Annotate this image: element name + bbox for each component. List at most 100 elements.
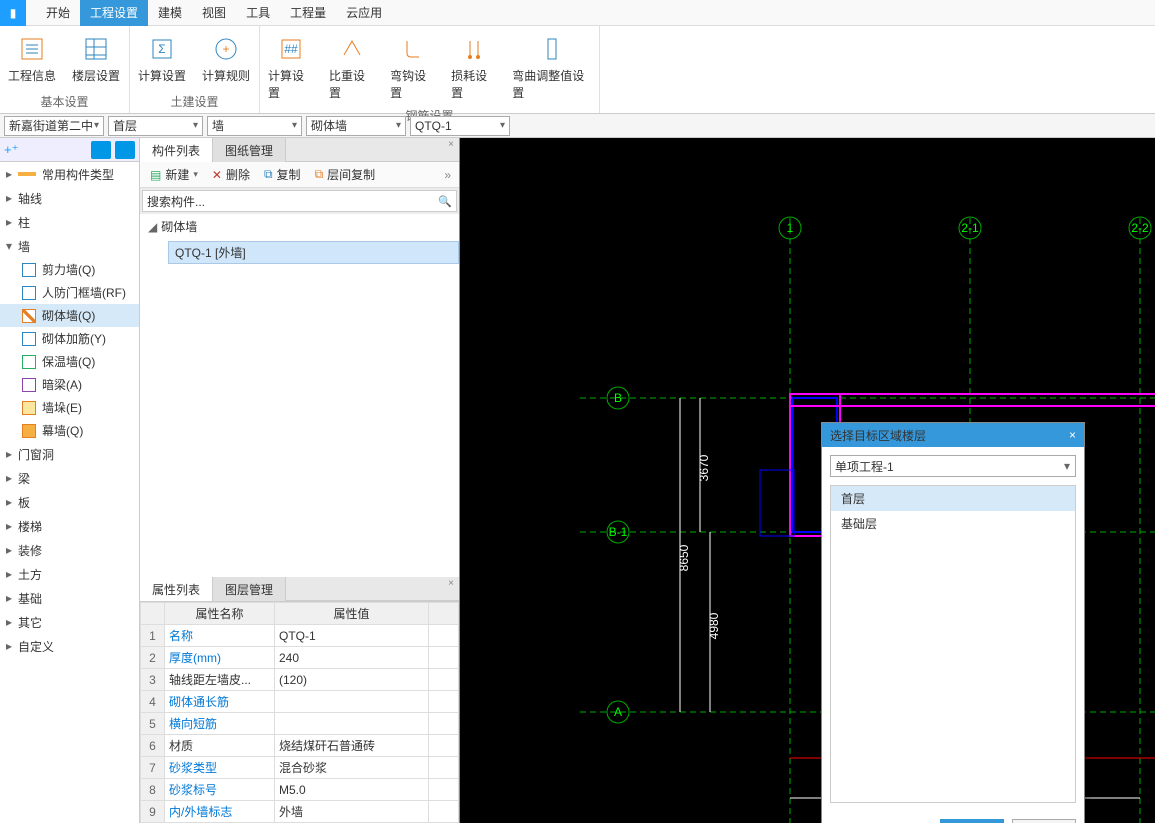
cancel-button[interactable]: 取消 — [1012, 819, 1076, 823]
group-civil-label: 土建设置 — [130, 91, 259, 113]
hook-settings-button[interactable]: 弯钩设置 — [382, 31, 443, 105]
component-list: ◢砌体墙 QTQ-1 [外墙] — [140, 214, 459, 577]
property-table[interactable]: 属性名称属性值 1名称QTQ-12厚度(mm)2403轴线距左墙皮...(120… — [140, 601, 459, 823]
project-combo[interactable]: 新嘉街道第二中 — [4, 116, 104, 136]
view-grid-button[interactable] — [115, 141, 135, 159]
prop-row[interactable]: 3轴线距左墙皮...(120) — [141, 669, 459, 691]
tree-axis[interactable]: ▸轴线 — [0, 186, 139, 210]
tree-opening[interactable]: ▸门窗洞 — [0, 442, 139, 466]
floor-icon — [82, 35, 110, 63]
menu-tools[interactable]: 工具 — [236, 0, 280, 26]
delete-icon: ✕ — [212, 168, 222, 182]
svg-text:Σ: Σ — [158, 42, 165, 56]
prop-row[interactable]: 9内/外墙标志外墙 — [141, 801, 459, 823]
svg-text:8650: 8650 — [677, 544, 691, 571]
drawing-canvas[interactable]: 12-12-2 BB-1A 3670 8650 4980 5000 4290 — [460, 138, 1155, 823]
tree-common[interactable]: ▸常用构件类型 — [0, 162, 139, 186]
comp-group[interactable]: ◢砌体墙 — [140, 214, 459, 239]
svg-text:##: ## — [284, 42, 298, 56]
new-button[interactable]: ▤新建▾ — [144, 164, 204, 186]
menu-project-settings[interactable]: 工程设置 — [80, 0, 148, 26]
tree-finish[interactable]: ▸装修 — [0, 538, 139, 562]
tree-shearwall[interactable]: 剪力墙(Q) — [0, 258, 139, 281]
menu-view[interactable]: 视图 — [192, 0, 236, 26]
floor-settings-button[interactable]: 楼层设置 — [64, 31, 128, 91]
type-combo[interactable]: 砌体墙 — [306, 116, 406, 136]
svg-text:2-1: 2-1 — [961, 221, 979, 235]
tab-component-list[interactable]: 构件列表 — [140, 138, 213, 162]
search-input[interactable]: 搜索构件... — [142, 190, 457, 212]
tree-slab[interactable]: ▸板 — [0, 490, 139, 514]
component-tree[interactable]: ▸常用构件类型 ▸轴线 ▸柱 ▾墙 剪力墙(Q) 人防门框墙(RF) 砌体墙(Q… — [0, 162, 139, 823]
floor-copy-button[interactable]: ⧉层间复制 — [309, 164, 382, 186]
prop-row[interactable]: 8砂浆标号M5.0 — [141, 779, 459, 801]
weight-icon — [338, 35, 366, 63]
tree-hiddenbeam[interactable]: 暗梁(A) — [0, 373, 139, 396]
view-list-button[interactable] — [91, 141, 111, 159]
weight-settings-button[interactable]: 比重设置 — [321, 31, 382, 105]
project-info-button[interactable]: 工程信息 — [0, 31, 64, 91]
tree-foundation[interactable]: ▸基础 — [0, 586, 139, 610]
tree-earth[interactable]: ▸土方 — [0, 562, 139, 586]
panel-close-icon[interactable]: × — [445, 577, 457, 589]
tree-custom[interactable]: ▸自定义 — [0, 634, 139, 658]
wall-icon — [22, 424, 36, 438]
tab-properties[interactable]: 属性列表 — [140, 577, 213, 601]
tree-insulationwall[interactable]: 保温墙(Q) — [0, 350, 139, 373]
tree-beam[interactable]: ▸梁 — [0, 466, 139, 490]
dialog-close-button[interactable]: × — [1069, 428, 1076, 442]
svg-text:2-2: 2-2 — [1131, 221, 1149, 235]
delete-button[interactable]: ✕删除 — [206, 164, 256, 186]
bend-adjust-button[interactable]: 弯曲调整值设置 — [504, 31, 599, 105]
menu-cloud[interactable]: 云应用 — [336, 0, 392, 26]
floor-list[interactable]: 首层 基础层 — [830, 485, 1076, 803]
prop-row[interactable]: 6材质烧结煤矸石普通砖 — [141, 735, 459, 757]
plus-icon[interactable]: +⁺ — [4, 142, 18, 158]
tree-column[interactable]: ▸柱 — [0, 210, 139, 234]
floor-item-first[interactable]: 首层 — [831, 486, 1075, 511]
app-icon: ▮ — [0, 0, 26, 26]
new-icon: ▤ — [150, 168, 161, 182]
comp-item[interactable]: QTQ-1 [外墙] — [168, 241, 459, 264]
tab-layer-manage[interactable]: 图层管理 — [213, 577, 286, 601]
wall-icon — [22, 332, 36, 346]
panel-close-icon[interactable]: × — [445, 138, 457, 150]
tree-wallpier[interactable]: 墙垛(E) — [0, 396, 139, 419]
loss-settings-button[interactable]: 损耗设置 — [443, 31, 504, 105]
copy-button[interactable]: ⧉复制 — [258, 164, 307, 186]
prop-row[interactable]: 2厚度(mm)240 — [141, 647, 459, 669]
more-icon[interactable]: » — [444, 168, 455, 182]
wall-icon — [22, 378, 36, 392]
rules-icon: + — [212, 35, 240, 63]
svg-text:+: + — [223, 42, 230, 56]
menu-start[interactable]: 开始 — [36, 0, 80, 26]
tree-stair[interactable]: ▸楼梯 — [0, 514, 139, 538]
tree-defensewall[interactable]: 人防门框墙(RF) — [0, 281, 139, 304]
menu-modeling[interactable]: 建模 — [148, 0, 192, 26]
prop-row[interactable]: 4砌体通长筋 — [141, 691, 459, 713]
loss-icon — [460, 35, 488, 63]
svg-text:3670: 3670 — [697, 454, 711, 481]
member-combo[interactable]: QTQ-1 — [410, 116, 510, 136]
tree-masonrywall[interactable]: 砌体墙(Q) — [0, 304, 139, 327]
category-combo[interactable]: 墙 — [207, 116, 302, 136]
floor-item-base[interactable]: 基础层 — [831, 511, 1075, 536]
ok-button[interactable]: 确定 — [940, 819, 1004, 823]
tree-curtainwall[interactable]: 幕墙(Q) — [0, 419, 139, 442]
svg-text:B: B — [614, 391, 622, 405]
prop-row[interactable]: 5横向短筋 — [141, 713, 459, 735]
floor-combo[interactable]: 首层 — [108, 116, 203, 136]
tab-drawing-manage[interactable]: 图纸管理 — [213, 138, 286, 162]
project-select[interactable]: 单项工程-1 — [830, 455, 1076, 477]
prop-row[interactable]: 7砂浆类型混合砂浆 — [141, 757, 459, 779]
calc-rules-button[interactable]: +计算规则 — [194, 31, 258, 91]
menu-quantity[interactable]: 工程量 — [280, 0, 336, 26]
bar-icon — [18, 172, 36, 176]
tree-other[interactable]: ▸其它 — [0, 610, 139, 634]
rebar-calc-button[interactable]: ##计算设置 — [260, 31, 321, 105]
wall-icon — [22, 263, 36, 277]
calc-settings-button[interactable]: Σ计算设置 — [130, 31, 194, 91]
tree-wall[interactable]: ▾墙 — [0, 234, 139, 258]
prop-row[interactable]: 1名称QTQ-1 — [141, 625, 459, 647]
tree-masonryrein[interactable]: 砌体加筋(Y) — [0, 327, 139, 350]
